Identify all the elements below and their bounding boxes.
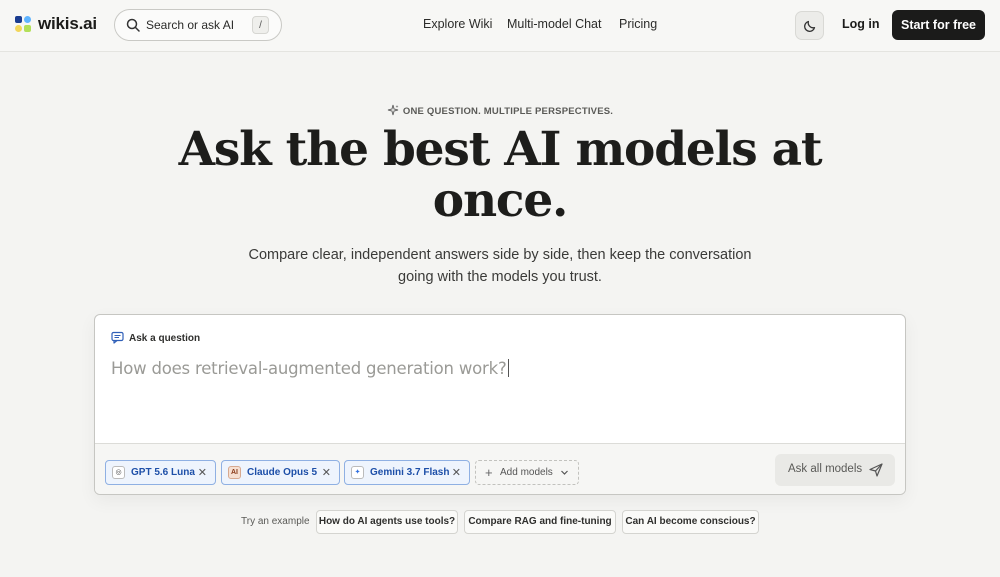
remove-model-icon[interactable]: ✕ — [452, 466, 461, 479]
chat-bubble-icon — [111, 331, 124, 344]
sparkle-icon — [387, 104, 399, 116]
nav-explore-wiki[interactable]: Explore Wiki — [423, 17, 492, 31]
gemini-icon: ✦ — [351, 466, 364, 479]
remove-model-icon[interactable]: ✕ — [198, 466, 207, 479]
search-icon — [126, 18, 140, 32]
model-chip-label: GPT 5.6 Luna — [131, 467, 195, 478]
add-models-label: Add models — [500, 467, 553, 478]
login-link[interactable]: Log in — [842, 17, 880, 31]
hero-subtitle: Compare clear, independent answers side … — [230, 244, 770, 288]
model-selector-bar: ◎ GPT 5.6 Luna ✕ AI Claude Opus 5 ✕ ✦ Ge… — [95, 443, 905, 494]
moon-icon — [804, 20, 816, 32]
question-placeholder: How does retrieval-augmented generation … — [111, 359, 507, 378]
plus-icon: + — [485, 465, 493, 480]
model-chip-label: Claude Opus 5 — [247, 467, 318, 478]
ask-all-label: Ask all models — [788, 463, 863, 475]
eyebrow-text: ONE QUESTION. MULTIPLE PERSPECTIVES. — [402, 106, 614, 117]
try-example-label: Try an example — [241, 516, 310, 527]
logo-icon — [15, 15, 32, 33]
subtitle-line-1: Compare clear, independent answers side … — [248, 247, 752, 263]
brand-name: wikis.ai — [38, 14, 97, 33]
start-for-free-button[interactable]: Start for free — [892, 10, 985, 40]
ask-label: Ask a question — [111, 331, 200, 344]
headline-line-1: Ask the best AI models at — [178, 122, 823, 177]
example-prompt-button[interactable]: Can AI become conscious? — [622, 510, 759, 534]
remove-model-icon[interactable]: ✕ — [322, 466, 331, 479]
top-navbar: wikis.ai Search or ask AI / Explore Wiki… — [0, 0, 1000, 52]
ask-question-card: Ask a question How does retrieval-augmen… — [94, 314, 906, 495]
model-chip-gemini[interactable]: ✦ Gemini 3.7 Flash ✕ — [344, 460, 470, 485]
search-placeholder: Search or ask AI — [146, 18, 235, 32]
brand-logo[interactable]: wikis.ai — [15, 14, 97, 34]
anthropic-icon: AI — [228, 466, 241, 479]
nav-pricing[interactable]: Pricing — [619, 17, 657, 31]
search-shortcut-key: / — [252, 16, 269, 34]
question-input[interactable]: How does retrieval-augmented generation … — [111, 359, 509, 378]
nav-multi-model-chat[interactable]: Multi-model Chat — [507, 17, 601, 31]
text-cursor — [507, 359, 509, 377]
subtitle-line-2: going with the models you trust. — [398, 269, 602, 285]
headline-line-2: once. — [432, 173, 569, 228]
model-chip-gpt[interactable]: ◎ GPT 5.6 Luna ✕ — [105, 460, 216, 485]
page-title: Ask the best AI models at once. — [150, 124, 850, 226]
chevron-down-icon — [561, 470, 568, 475]
model-chip-claude[interactable]: AI Claude Opus 5 ✕ — [221, 460, 340, 485]
openai-icon: ◎ — [112, 466, 125, 479]
theme-toggle-button[interactable] — [795, 11, 824, 40]
ask-all-models-button[interactable]: Ask all models — [775, 454, 895, 486]
example-prompt-button[interactable]: How do AI agents use tools? — [316, 510, 458, 534]
example-prompt-button[interactable]: Compare RAG and fine-tuning — [464, 510, 616, 534]
search-box[interactable]: Search or ask AI / — [114, 9, 282, 41]
hero-eyebrow: ONE QUESTION. MULTIPLE PERSPECTIVES. — [0, 104, 1000, 117]
add-models-button[interactable]: + Add models — [475, 460, 579, 485]
model-chip-label: Gemini 3.7 Flash — [370, 467, 450, 478]
send-icon — [869, 463, 883, 477]
ask-label-text: Ask a question — [129, 333, 201, 344]
